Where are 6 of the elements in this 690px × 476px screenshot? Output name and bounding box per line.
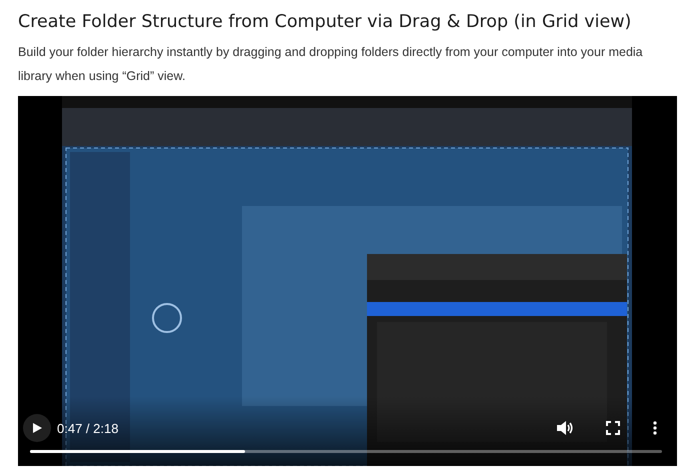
time-display: 0:47 / 2:18 bbox=[57, 420, 118, 436]
section-heading: Create Folder Structure from Computer via Drag & Drop (in Grid view) bbox=[18, 11, 632, 34]
play-button[interactable] bbox=[23, 414, 51, 442]
play-icon bbox=[31, 422, 43, 434]
section-description: Build your folder hierarchy instantly by dragging and dropping folders directly from your computer into your media library when using “Grid” view. bbox=[18, 44, 644, 85]
progress-track[interactable] bbox=[30, 450, 662, 453]
